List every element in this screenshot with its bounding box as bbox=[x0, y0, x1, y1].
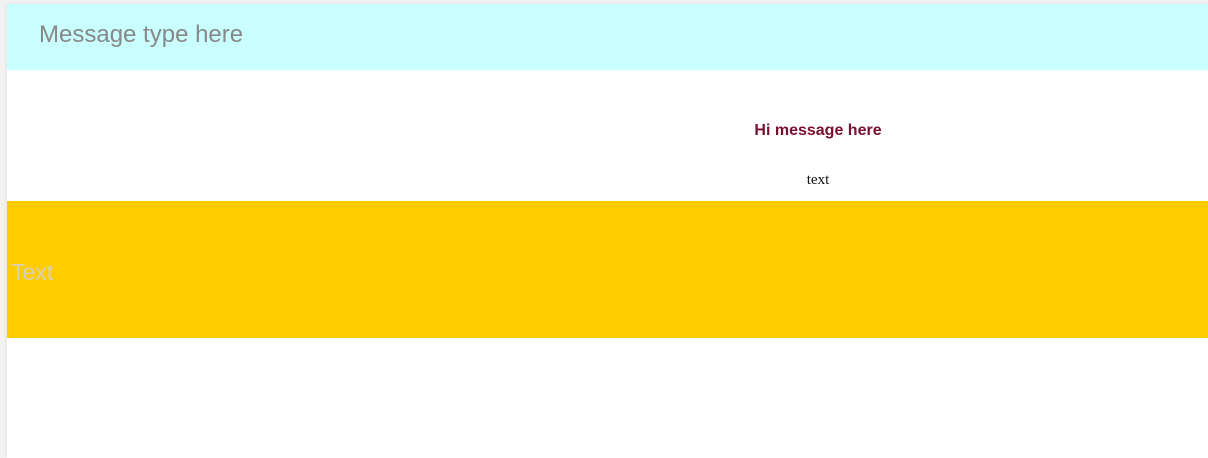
hi-message-heading: Hi message here bbox=[754, 122, 882, 139]
message-bar bbox=[7, 4, 1208, 70]
yellow-banner: Text bbox=[7, 201, 1208, 338]
message-input[interactable] bbox=[29, 14, 1199, 56]
page-container: Hi message here text Text bbox=[7, 4, 1208, 458]
banner-text: Text bbox=[11, 259, 54, 285]
body-text: text bbox=[806, 172, 830, 188]
